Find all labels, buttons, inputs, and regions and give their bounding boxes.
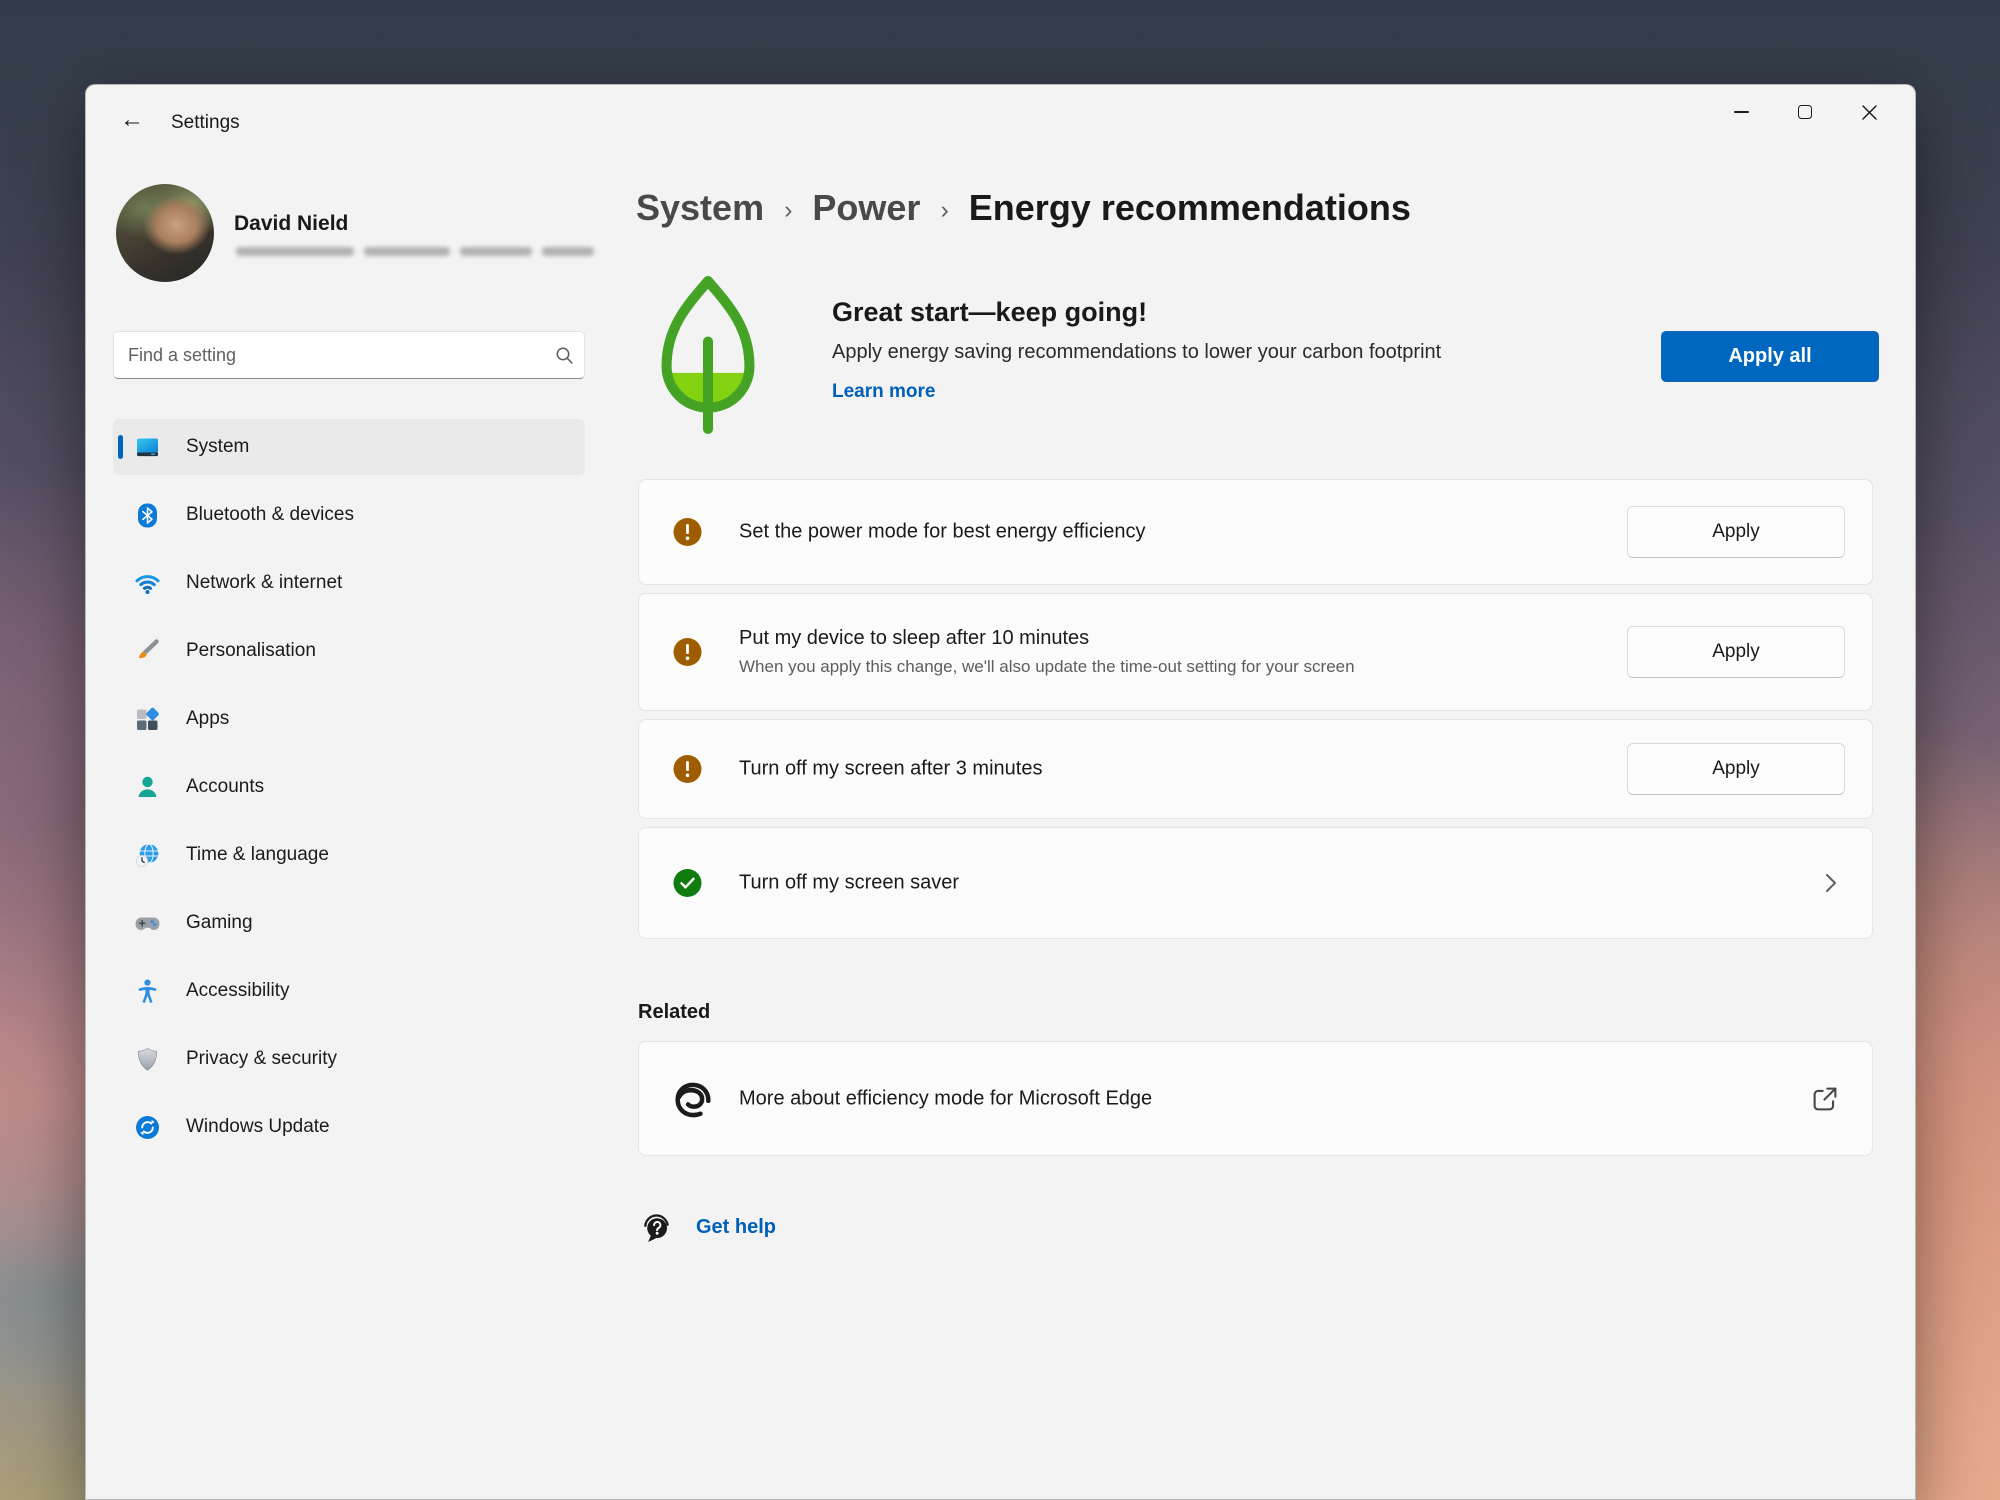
warning-icon [672, 517, 703, 548]
get-help-label: Get help [696, 1216, 776, 1239]
sidebar-item-windows-update[interactable]: Windows Update [113, 1099, 585, 1155]
edge-logo-icon [672, 1078, 714, 1120]
apps-icon [134, 706, 161, 733]
update-icon [134, 1114, 161, 1141]
search-box [113, 331, 585, 379]
user-avatar[interactable] [116, 184, 214, 282]
shield-icon [134, 1046, 161, 1073]
energy-leaf-icon [652, 269, 764, 441]
sidebar-item-bluetooth-devices[interactable]: Bluetooth & devices [113, 487, 585, 543]
window-title: Settings [171, 112, 240, 134]
breadcrumb-system[interactable]: System [636, 187, 764, 229]
apply-button[interactable]: Apply [1627, 506, 1845, 558]
sidebar-item-gaming[interactable]: Gaming [113, 895, 585, 951]
user-email-redacted [236, 247, 594, 256]
back-arrow-icon: ← [120, 106, 144, 134]
apply-button[interactable]: Apply [1627, 743, 1845, 795]
breadcrumb-separator: › [784, 192, 792, 225]
recommendation-row-sleep: Put my device to sleep after 10 minutes … [638, 593, 1873, 711]
system-icon [134, 434, 161, 461]
user-name: David Nield [234, 212, 348, 236]
breadcrumb-power[interactable]: Power [812, 187, 920, 229]
recommendation-subtitle: When you apply this change, we'll also u… [739, 657, 1355, 677]
settings-window: ← Settings David Nield [85, 84, 1916, 1500]
accessibility-person-icon [134, 978, 161, 1005]
bluetooth-icon [134, 502, 161, 529]
selected-indicator [118, 435, 123, 459]
gamepad-icon [134, 910, 161, 937]
sidebar-item-personalisation[interactable]: Personalisation [113, 623, 585, 679]
related-heading: Related [638, 1001, 710, 1024]
related-edge-link[interactable]: More about efficiency mode for Microsoft… [638, 1041, 1873, 1156]
banner-title: Great start—keep going! [832, 297, 1441, 328]
apply-button[interactable]: Apply [1627, 626, 1845, 678]
external-link-icon [1810, 1084, 1840, 1114]
recommendation-title: Set the power mode for best energy effic… [739, 521, 1146, 544]
sidebar-nav: System Bluetooth & devices Network & int… [113, 419, 585, 1155]
globe-clock-icon [134, 842, 161, 869]
recommendation-title: Turn off my screen saver [739, 872, 959, 895]
person-icon [134, 774, 161, 801]
related-label: More about efficiency mode for Microsoft… [739, 1087, 1152, 1110]
back-button[interactable]: ← [112, 103, 152, 137]
breadcrumb: System › Power › Energy recommendations [636, 187, 1411, 229]
search-input[interactable] [114, 345, 544, 366]
breadcrumb-separator: › [940, 192, 948, 225]
recommendation-row-power-mode: Set the power mode for best energy effic… [638, 479, 1873, 585]
recommendation-title: Turn off my screen after 3 minutes [739, 758, 1042, 781]
recommendation-list: Set the power mode for best energy effic… [638, 479, 1873, 939]
recommendation-row-screen-saver[interactable]: Turn off my screen saver [638, 827, 1873, 939]
sidebar: David Nield [113, 145, 585, 1499]
learn-more-link[interactable]: Learn more [832, 381, 935, 402]
page-title: Energy recommendations [969, 187, 1411, 229]
recommendation-row-screen-off: Turn off my screen after 3 minutes Apply [638, 719, 1873, 819]
main-content: System › Power › Energy recommendations … [636, 85, 1879, 1499]
paintbrush-icon [134, 638, 161, 665]
search-icon[interactable] [544, 346, 584, 365]
warning-icon [672, 754, 703, 785]
recommendation-title: Put my device to sleep after 10 minutes [739, 627, 1355, 650]
apply-all-button[interactable]: Apply all [1661, 331, 1879, 382]
check-icon [672, 868, 703, 899]
warning-icon [672, 637, 703, 668]
help-bubble-icon [638, 1209, 674, 1245]
sidebar-item-apps[interactable]: Apps [113, 691, 585, 747]
sidebar-item-system[interactable]: System [113, 419, 585, 475]
energy-banner: Great start—keep going! Apply energy sav… [832, 297, 1441, 403]
get-help-link[interactable]: Get help [638, 1209, 776, 1245]
banner-subtitle: Apply energy saving recommendations to l… [832, 341, 1441, 364]
sidebar-item-accessibility[interactable]: Accessibility [113, 963, 585, 1019]
sidebar-item-privacy-security[interactable]: Privacy & security [113, 1031, 585, 1087]
sidebar-item-accounts[interactable]: Accounts [113, 759, 585, 815]
sidebar-item-network-internet[interactable]: Network & internet [113, 555, 585, 611]
wifi-icon [134, 570, 161, 597]
chevron-right-icon[interactable] [1824, 872, 1838, 894]
sidebar-item-time-language[interactable]: Time & language [113, 827, 585, 883]
